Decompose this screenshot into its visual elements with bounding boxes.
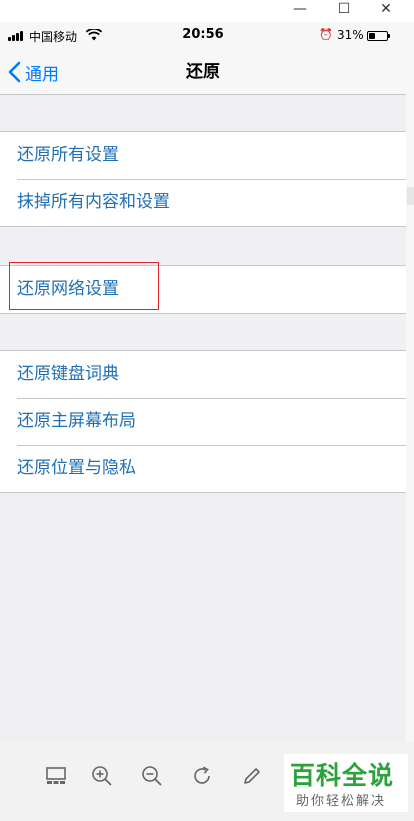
- page-title: 还原: [186, 62, 220, 82]
- edit-icon[interactable]: [238, 762, 266, 790]
- alarm-icon: ⏰: [319, 28, 333, 41]
- reset-group-3: 还原键盘词典 还原主屏幕布局 还原位置与隐私: [0, 350, 406, 493]
- reset-location-and-privacy[interactable]: 还原位置与隐私: [0, 445, 406, 492]
- erase-all-content-and-settings[interactable]: 抹掉所有内容和设置: [0, 179, 406, 226]
- zoom-in-icon[interactable]: [88, 762, 116, 790]
- edge-handle: [407, 187, 414, 205]
- battery-percent: 31%: [337, 28, 364, 42]
- viewer-toolbar: 百科全说 助你轻松解决: [0, 742, 414, 821]
- reset-keyboard-dictionary[interactable]: 还原键盘词典: [0, 351, 406, 398]
- window-title-bar: — ☐ ✕: [0, 0, 414, 22]
- thumbnail-icon[interactable]: [42, 762, 70, 790]
- highlight-box: [9, 262, 159, 310]
- status-bar: 中国移动 20:56 ⏰ 31%: [0, 22, 406, 50]
- reset-all-settings[interactable]: 还原所有设置: [0, 132, 406, 179]
- minimize-button[interactable]: —: [280, 0, 320, 20]
- watermark-title: 百科全说: [290, 761, 395, 790]
- maximize-button[interactable]: ☐: [324, 0, 364, 20]
- navigation-bar: 通用 还原: [0, 50, 406, 95]
- watermark-logo: 百科全说 助你轻松解决: [284, 754, 408, 812]
- close-button[interactable]: ✕: [366, 0, 406, 20]
- reset-home-screen-layout[interactable]: 还原主屏幕布局: [0, 398, 406, 445]
- watermark-subtitle: 助你轻松解决: [296, 794, 387, 809]
- reset-group-1: 还原所有设置 抹掉所有内容和设置: [0, 131, 406, 227]
- phone-screen: 中国移动 20:56 ⏰ 31% 通用 还原 还原所有设置 抹掉所有内容和设置 …: [0, 22, 406, 742]
- battery-icon: [367, 31, 390, 41]
- zoom-out-icon[interactable]: [138, 762, 166, 790]
- rotate-icon[interactable]: [188, 762, 216, 790]
- window-edge: [406, 22, 414, 742]
